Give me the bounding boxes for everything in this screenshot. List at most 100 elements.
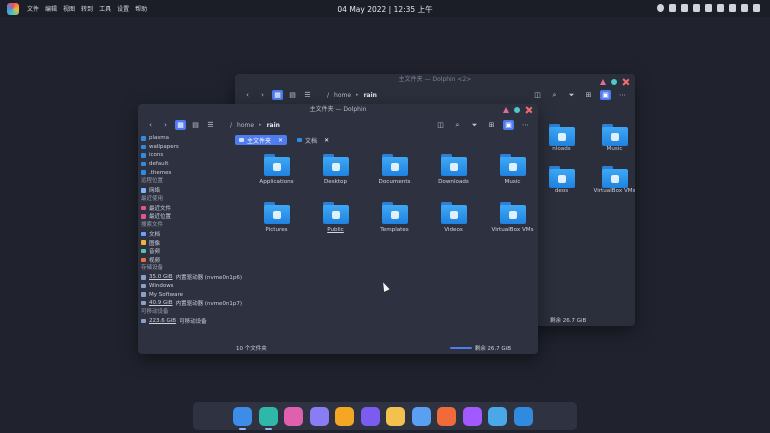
details-view-icon[interactable]: ☰ <box>205 120 216 130</box>
breadcrumb-item[interactable]: home <box>237 122 254 129</box>
sidebar-item-device[interactable]: 35.0 GiB 内置驱动器 (nvme0n1p6) <box>141 273 242 282</box>
battery-icon[interactable] <box>681 4 688 12</box>
folder-item[interactable]: Music <box>483 152 538 194</box>
breadcrumb-item[interactable]: / <box>327 92 329 99</box>
sidebar-item[interactable]: 最近文件 <box>141 204 233 213</box>
firefox-icon[interactable] <box>437 406 456 426</box>
sidebar-item[interactable]: 最近位置 <box>141 212 233 221</box>
folder-item[interactable]: Documents <box>365 152 424 194</box>
preview-icon[interactable]: ▣ <box>503 120 514 130</box>
folder-item[interactable]: nloads <box>535 122 588 152</box>
compact-view-icon[interactable]: ▤ <box>190 120 201 130</box>
minimize-icon[interactable] <box>503 106 509 113</box>
krita-icon[interactable] <box>411 406 431 426</box>
folder-item[interactable]: Templates <box>365 200 424 242</box>
tab-documents[interactable]: 文档 ✕ <box>293 135 333 145</box>
sidebar-item[interactable]: 文档 <box>141 230 233 239</box>
search-icon[interactable]: ⌕ <box>549 90 560 100</box>
menu-item[interactable]: 设置 <box>117 4 129 13</box>
breadcrumb-item[interactable]: home <box>334 92 351 99</box>
menu-item[interactable]: 编辑 <box>45 4 57 13</box>
maximize-icon[interactable] <box>514 106 520 113</box>
folder-item[interactable]: Downloads <box>424 152 483 194</box>
menu-item[interactable]: 文件 <box>27 4 39 13</box>
tab-home[interactable]: 主文件夹 ✕ <box>235 135 288 145</box>
cozy-music-icon[interactable] <box>284 406 303 426</box>
grid-icon[interactable]: ⊞ <box>486 120 497 130</box>
search-icon[interactable]: ⌕ <box>452 120 463 130</box>
split-icon[interactable]: ◫ <box>435 120 446 130</box>
figma-icon[interactable] <box>462 406 482 426</box>
sidebar-item[interactable]: 网络 <box>141 186 233 195</box>
filter-icon[interactable]: ⏷ <box>566 90 577 100</box>
menu-item[interactable]: 工具 <box>99 4 111 13</box>
menu-item[interactable]: 帮助 <box>135 4 147 13</box>
clipboard-icon[interactable] <box>669 4 676 12</box>
folder-item[interactable]: Pictures <box>247 200 306 242</box>
sidebar-item-device[interactable]: 40.9 GiB 内置驱动器 (nvme0n1p7) <box>141 299 242 308</box>
split-icon[interactable]: ◫ <box>532 90 543 100</box>
folder-item[interactable]: VirtualBox VMs <box>483 200 538 242</box>
sidebar-item-device[interactable]: My Software <box>141 290 233 299</box>
icons-view-icon[interactable]: ▦ <box>175 120 186 130</box>
minimize-icon[interactable] <box>600 78 606 85</box>
folder-item[interactable]: Public <box>306 200 365 242</box>
folder-item[interactable]: Desktop <box>306 152 365 194</box>
sidebar-item[interactable]: plasma <box>141 134 233 143</box>
close-icon[interactable] <box>622 78 629 85</box>
compact-view-icon[interactable]: ▤ <box>287 90 298 100</box>
filter-icon[interactable]: ⏷ <box>469 120 480 130</box>
sidebar-item-device[interactable]: Windows <box>141 282 233 291</box>
back-icon[interactable]: ‹ <box>145 120 156 130</box>
volume-icon[interactable] <box>741 4 748 12</box>
maximize-icon[interactable] <box>611 78 617 85</box>
dolphin-icon[interactable] <box>233 406 252 430</box>
chrome-icon[interactable] <box>386 406 405 426</box>
sidebar-item[interactable]: 视频 <box>141 256 233 265</box>
sidebar-item[interactable]: default <box>141 160 233 169</box>
keyboard-icon[interactable] <box>705 4 712 12</box>
chevron-down-icon[interactable] <box>753 4 760 12</box>
sidebar-item-device[interactable]: 223.6 GiB 可移动设备 <box>141 317 233 326</box>
bell-icon[interactable] <box>657 4 664 12</box>
forward-icon[interactable]: › <box>257 90 268 100</box>
folder-item[interactable]: VirtualBox VMs <box>588 164 635 194</box>
breadcrumb-item[interactable]: rain <box>364 92 377 99</box>
github-desktop-icon[interactable] <box>335 406 354 426</box>
menu-icon[interactable]: ⋯ <box>520 120 531 130</box>
grid-icon[interactable]: ⊞ <box>583 90 594 100</box>
sidebar-item[interactable]: 音频 <box>141 247 233 256</box>
breadcrumb-item[interactable]: / <box>230 122 232 129</box>
settings-icon[interactable] <box>309 406 329 426</box>
dolphin-window[interactable]: 主文件夹 — Dolphin ‹ › ▦ ▤ ☰ / home ▸ rain ◫ ⌕ … <box>138 104 538 354</box>
wifi-icon[interactable] <box>717 4 724 12</box>
app-launcher-icon[interactable] <box>7 2 19 15</box>
kate-icon[interactable] <box>360 406 380 426</box>
back-icon[interactable]: ‹ <box>242 90 253 100</box>
preview-icon[interactable]: ▣ <box>600 90 611 100</box>
icons-view-icon[interactable]: ▦ <box>272 90 283 100</box>
close-tab-icon[interactable]: ✕ <box>278 137 283 144</box>
folder-item[interactable]: Videos <box>424 200 483 242</box>
close-tab-icon[interactable]: ✕ <box>324 137 329 144</box>
discover-icon[interactable] <box>513 406 533 426</box>
display-icon[interactable] <box>729 4 736 12</box>
sidebar-item[interactable]: 图像 <box>141 238 233 247</box>
notes-icon[interactable] <box>488 406 507 426</box>
forward-icon[interactable]: › <box>160 120 171 130</box>
details-view-icon[interactable]: ☰ <box>302 90 313 100</box>
close-icon[interactable] <box>525 106 532 113</box>
breadcrumb-item[interactable]: rain <box>267 122 280 129</box>
file-grid: Applications Desktop Documents Downloads Mus… <box>247 152 538 242</box>
folder-item[interactable]: Applications <box>247 152 306 194</box>
device-icon[interactable] <box>693 4 700 12</box>
folder-item[interactable]: Music <box>588 122 635 152</box>
menu-icon[interactable]: ⋯ <box>617 90 628 100</box>
sidebar-item[interactable]: .themes <box>141 168 233 177</box>
menu-item[interactable]: 视图 <box>63 4 75 13</box>
edge-icon[interactable] <box>258 406 278 430</box>
sidebar-item[interactable]: wallpapers <box>141 143 233 152</box>
menu-item[interactable]: 转到 <box>81 4 93 13</box>
folder-item[interactable]: deos <box>535 164 588 194</box>
sidebar-item[interactable]: icons <box>141 151 233 160</box>
